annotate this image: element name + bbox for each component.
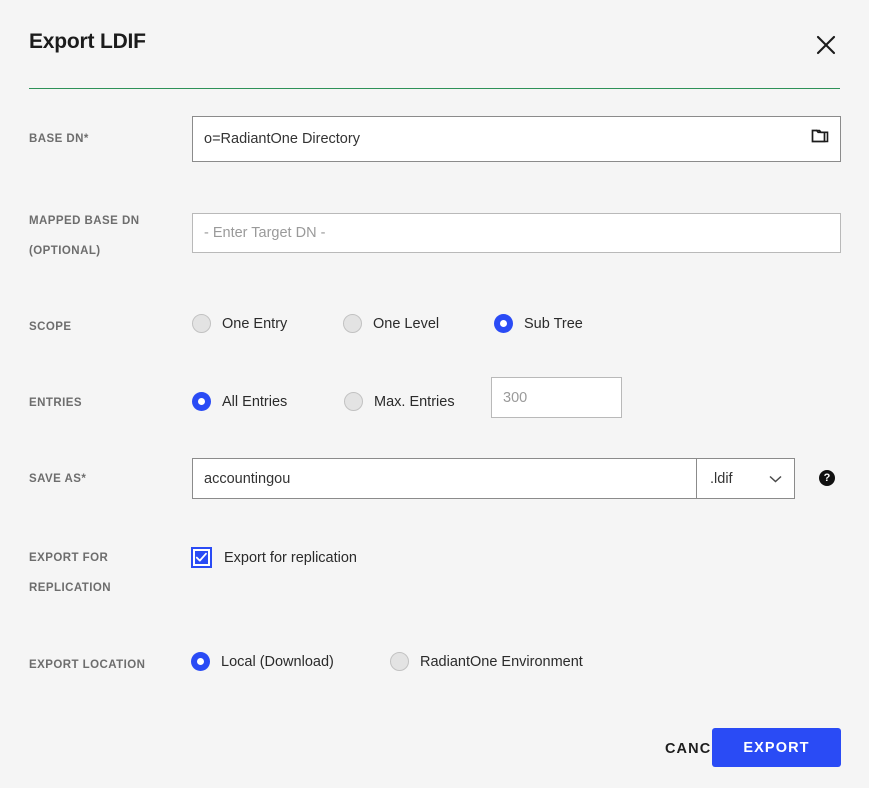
close-icon	[815, 34, 837, 56]
scope-option-one-entry-label: One Entry	[222, 315, 288, 332]
entries-option-all[interactable]: All Entries	[192, 392, 287, 411]
radio-icon-one-level	[343, 314, 362, 333]
row-export-location: EXPORT LOCATION Local (Download) Radiant…	[0, 648, 869, 682]
header-divider	[29, 88, 840, 89]
row-save-as: SAVE AS* .ldif ?	[0, 458, 869, 500]
mapped-base-dn-label-line1: MAPPED BASE DN	[29, 215, 140, 227]
entries-label: ENTRIES	[29, 397, 82, 409]
mapped-base-dn-input[interactable]	[192, 213, 841, 253]
base-dn-browse-button[interactable]	[800, 117, 840, 161]
radio-icon-radiantone-environment	[390, 652, 409, 671]
export-for-replication-label-line2: REPLICATION	[29, 582, 112, 594]
mapped-base-dn-label-line2: (OPTIONAL)	[29, 245, 101, 257]
max-entries-input[interactable]	[491, 377, 622, 418]
export-location-option-radiantone[interactable]: RadiantOne Environment	[390, 652, 583, 671]
entries-option-max-label: Max. Entries	[374, 393, 455, 410]
radio-icon-all-entries	[192, 392, 211, 411]
help-icon[interactable]: ?	[819, 470, 835, 486]
export-location-option-local[interactable]: Local (Download)	[191, 652, 334, 671]
scope-option-sub-tree[interactable]: Sub Tree	[494, 314, 583, 333]
row-base-dn: BASE DN*	[0, 116, 869, 162]
export-for-replication-checkbox[interactable]: Export for replication	[191, 547, 357, 568]
save-as-label: SAVE AS*	[29, 473, 87, 485]
scope-option-one-level-label: One Level	[373, 315, 440, 332]
save-as-input[interactable]	[192, 458, 697, 499]
scope-option-one-level[interactable]: One Level	[343, 314, 439, 333]
export-location-option-radiantone-label: RadiantOne Environment	[420, 653, 583, 670]
radio-icon-local-download	[191, 652, 210, 671]
export-for-replication-label: EXPORT FOR REPLICATION	[29, 543, 179, 603]
export-location-option-local-label: Local (Download)	[221, 653, 334, 670]
close-button[interactable]	[809, 28, 843, 62]
row-mapped-base-dn: MAPPED BASE DN (OPTIONAL)	[0, 206, 869, 264]
entries-option-max[interactable]: Max. Entries	[344, 392, 455, 411]
save-as-extension-select[interactable]: .ldif	[696, 458, 795, 499]
row-scope: SCOPE One Entry One Level Sub Tree	[0, 310, 869, 344]
scope-option-one-entry[interactable]: One Entry	[192, 314, 287, 333]
mapped-base-dn-label: MAPPED BASE DN (OPTIONAL)	[29, 206, 179, 266]
save-as-extension-value: .ldif	[710, 470, 733, 487]
export-location-label: EXPORT LOCATION	[29, 659, 146, 671]
row-entries: ENTRIES All Entries Max. Entries	[0, 377, 869, 426]
dialog-header: Export LDIF	[0, 0, 869, 89]
radio-icon-sub-tree	[494, 314, 513, 333]
checkbox-checked-icon	[191, 547, 212, 568]
base-dn-input[interactable]	[192, 116, 841, 162]
row-export-for-replication: EXPORT FOR REPLICATION Export for replic…	[0, 543, 869, 601]
radio-icon-one-entry	[192, 314, 211, 333]
entries-option-all-label: All Entries	[222, 393, 288, 410]
scope-label: SCOPE	[29, 321, 72, 333]
export-ldif-dialog: Export LDIF BASE DN* o=RadiantOne Direct…	[0, 0, 869, 788]
export-for-replication-label-line1: EXPORT FOR	[29, 552, 109, 564]
scope-option-sub-tree-label: Sub Tree	[524, 315, 583, 332]
folder-icon	[811, 129, 830, 150]
export-for-replication-checkbox-label: Export for replication	[224, 549, 357, 566]
base-dn-label: BASE DN*	[29, 133, 89, 145]
export-button[interactable]: EXPORT	[712, 728, 841, 767]
radio-icon-max-entries	[344, 392, 363, 411]
chevron-down-icon	[769, 471, 782, 487]
page-title: Export LDIF	[29, 30, 146, 53]
